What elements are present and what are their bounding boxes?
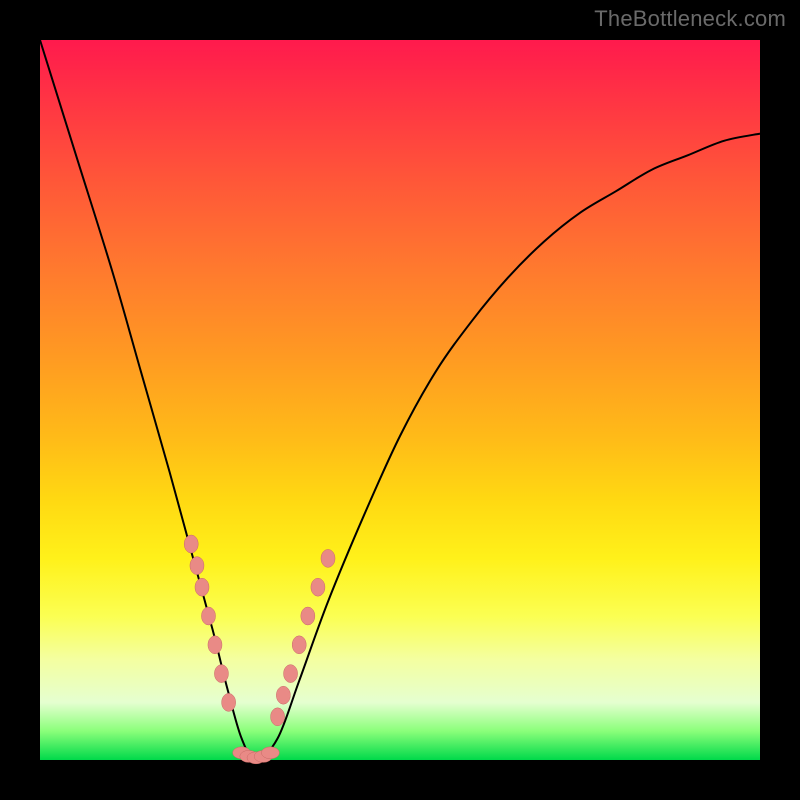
highlight-dot <box>292 636 306 654</box>
chart-frame: TheBottleneck.com <box>0 0 800 800</box>
watermark-text: TheBottleneck.com <box>594 6 786 32</box>
highlight-dot <box>321 549 335 567</box>
curve-svg <box>40 40 760 760</box>
highlight-dot <box>311 578 325 596</box>
highlight-dot <box>284 665 298 683</box>
highlight-dot <box>222 693 236 711</box>
highlight-dot <box>271 708 285 726</box>
highlight-dot <box>195 578 209 596</box>
highlight-dots-right <box>271 549 335 725</box>
highlight-dot <box>190 557 204 575</box>
highlight-dots-left <box>184 535 235 711</box>
highlight-dot <box>208 636 222 654</box>
highlight-dot <box>276 686 290 704</box>
highlight-dot <box>214 665 228 683</box>
bottleneck-curve <box>40 40 760 760</box>
highlight-dots-bottom <box>233 747 280 764</box>
highlight-dot <box>301 607 315 625</box>
highlight-dot <box>184 535 198 553</box>
highlight-dot <box>261 747 279 759</box>
plot-area <box>40 40 760 760</box>
highlight-dot <box>201 607 215 625</box>
